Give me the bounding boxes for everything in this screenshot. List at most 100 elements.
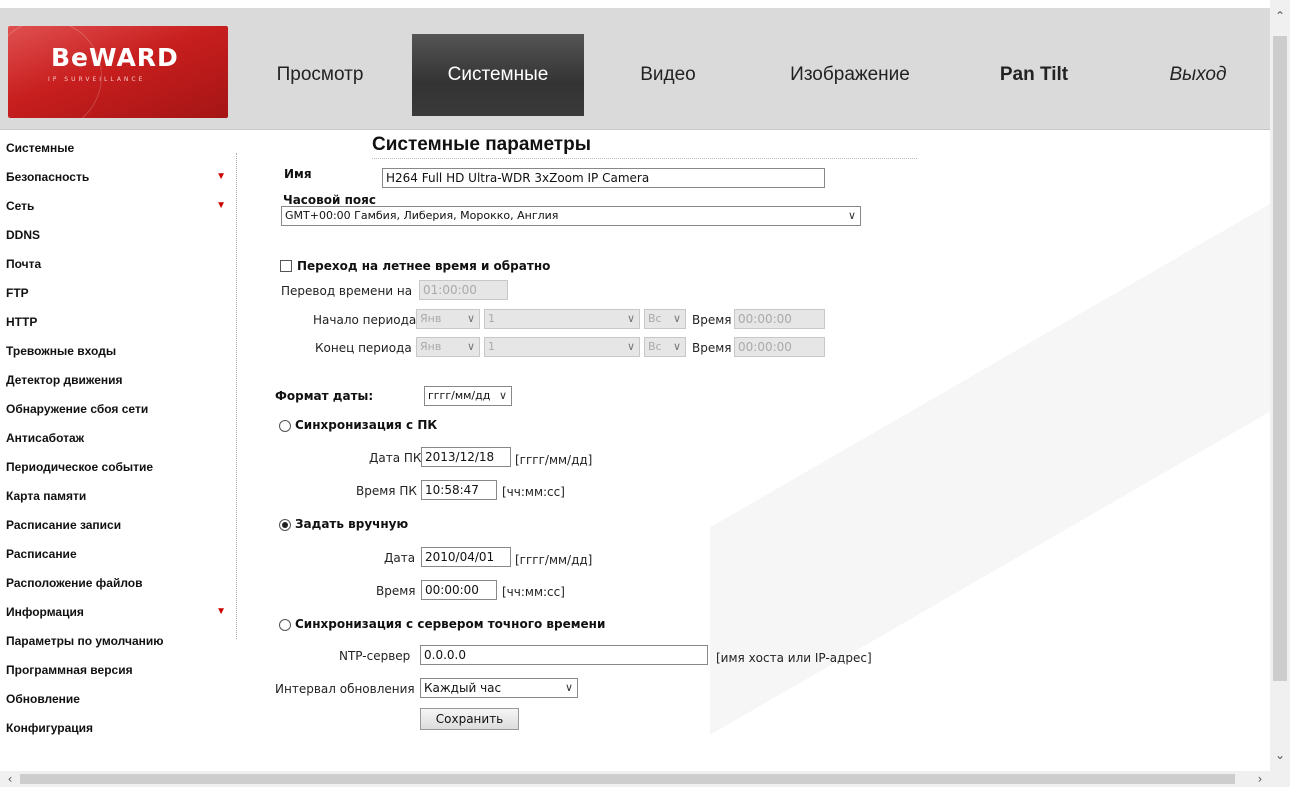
sidebar-item-label: Обновление — [6, 692, 80, 706]
ntp-server-label: NTP-сервер — [339, 649, 411, 663]
sidebar-item-label: FTP — [6, 286, 29, 300]
start-time-input[interactable]: 00:00:00 — [734, 309, 825, 329]
sidebar-item-label: Антисаботаж — [6, 431, 85, 445]
header-divider — [0, 129, 1276, 130]
pc-time-hint: [чч:мм:сс] — [502, 485, 565, 499]
sync-pc-radio[interactable] — [279, 420, 291, 432]
main-content: Системные параметры Имя H264 Full HD Ult… — [250, 133, 1250, 773]
expand-triangle-icon[interactable]: ▼ — [216, 192, 226, 220]
sidebar-item-mail[interactable]: Почта — [6, 250, 232, 278]
manual-date-hint: [гггг/мм/дд] — [515, 553, 593, 567]
timezone-select[interactable]: GMT+00:00 Гамбия, Либерия, Морокко, Англ… — [281, 206, 861, 226]
nav-video[interactable]: Видео — [584, 34, 752, 116]
name-label: Имя — [284, 167, 312, 181]
sidebar-item-firmware-version[interactable]: Программная версия — [6, 656, 232, 684]
chevron-down-icon: ∨ — [626, 340, 635, 353]
sidebar-item-information[interactable]: Информация ▼ — [6, 598, 232, 626]
ntp-server-input[interactable]: 0.0.0.0 — [420, 645, 708, 665]
pc-time-input[interactable]: 10:58:47 — [421, 480, 497, 500]
pc-date-input[interactable]: 2013/12/18 — [421, 447, 511, 467]
sidebar-item-defaults[interactable]: Параметры по умолчанию — [6, 627, 232, 655]
save-button[interactable]: Сохранить — [420, 708, 519, 730]
sidebar-item-label: Тревожные входы — [6, 344, 117, 358]
end-time-label: Время — [692, 341, 732, 355]
end-time-input[interactable]: 00:00:00 — [734, 337, 825, 357]
end-week-select[interactable]: 1 ∨ — [484, 337, 640, 357]
end-day-select[interactable]: Вс ∨ — [644, 337, 686, 357]
nav-logout[interactable]: Выход — [1120, 34, 1276, 116]
start-week-select[interactable]: 1 ∨ — [484, 309, 640, 329]
start-time-label: Время — [692, 313, 732, 327]
time-shift-input[interactable]: 01:00:00 — [419, 280, 508, 300]
chevron-down-icon: ∨ — [498, 389, 507, 402]
end-month-value: Янв — [420, 340, 442, 353]
period-start-label: Начало периода — [313, 313, 417, 327]
sidebar-item-label: Системные — [6, 141, 75, 155]
pc-date-hint: [гггг/мм/дд] — [515, 453, 593, 467]
sidebar-item-configuration[interactable]: Конфигурация — [6, 714, 232, 742]
nav-image[interactable]: Изображение — [752, 34, 948, 116]
pc-time-label: Время ПК — [356, 484, 417, 498]
expand-triangle-icon[interactable]: ▼ — [216, 163, 226, 191]
sidebar-item-label: DDNS — [6, 228, 41, 242]
chevron-down-icon: ∨ — [847, 209, 856, 222]
sidebar-item-label: Конфигурация — [6, 721, 94, 735]
nav-system[interactable]: Системные — [412, 34, 584, 116]
sidebar-item-ftp[interactable]: FTP — [6, 279, 232, 307]
sync-pc-label: Синхронизация с ПК — [295, 418, 438, 432]
vertical-scroll-thumb[interactable] — [1273, 36, 1287, 681]
scroll-up-icon[interactable]: ⌃ — [1270, 6, 1290, 26]
date-format-select[interactable]: гггг/мм/дд ∨ — [424, 386, 512, 406]
manual-radio[interactable] — [279, 519, 291, 531]
horizontal-scroll-thumb[interactable] — [20, 774, 1235, 784]
chevron-down-icon: ∨ — [564, 681, 573, 694]
scroll-left-icon[interactable]: ‹ — [0, 771, 20, 787]
start-month-select[interactable]: Янв ∨ — [416, 309, 480, 329]
sidebar-item-label: Расписание записи — [6, 518, 122, 532]
update-interval-select[interactable]: Каждый час ∨ — [420, 678, 578, 698]
sidebar-item-alarm-inputs[interactable]: Тревожные входы — [6, 337, 232, 365]
page-title: Системные параметры — [372, 134, 591, 155]
scroll-down-icon[interactable]: ⌄ — [1270, 745, 1290, 765]
chevron-down-icon: ∨ — [466, 312, 475, 325]
time-shift-label: Перевод времени на — [281, 284, 413, 298]
manual-date-input[interactable]: 2010/04/01 — [421, 547, 511, 567]
sidebar-item-system[interactable]: Системные — [6, 134, 232, 162]
nav-pan-tilt[interactable]: Pan Tilt — [948, 34, 1120, 116]
beward-logo[interactable]: BeWARD IP SURVEILLANCE — [8, 26, 228, 118]
sidebar-item-memory-card[interactable]: Карта памяти — [6, 482, 232, 510]
dst-checkbox[interactable] — [280, 260, 292, 272]
sidebar-item-network-failure[interactable]: Обнаружение сбоя сети — [6, 395, 232, 423]
manual-time-input[interactable]: 00:00:00 — [421, 580, 497, 600]
name-input[interactable]: H264 Full HD Ultra-WDR 3xZoom IP Camera — [382, 168, 825, 188]
chevron-down-icon: ∨ — [672, 340, 681, 353]
vertical-scrollbar[interactable]: ⌃ ⌄ — [1270, 0, 1290, 787]
nav-view[interactable]: Просмотр — [228, 34, 412, 116]
start-month-value: Янв — [420, 312, 442, 325]
sidebar-item-label: Сеть — [6, 199, 35, 213]
sidebar-item-security[interactable]: Безопасность ▼ — [6, 163, 232, 191]
end-month-select[interactable]: Янв ∨ — [416, 337, 480, 357]
sidebar-item-ddns[interactable]: DDNS — [6, 221, 232, 249]
manual-time-hint: [чч:мм:сс] — [502, 585, 565, 599]
sidebar-item-periodic-event[interactable]: Периодическое событие — [6, 453, 232, 481]
manual-label: Задать вручную — [295, 517, 409, 531]
sidebar-item-label: Безопасность — [6, 170, 90, 184]
sidebar-item-file-location[interactable]: Расположение файлов — [6, 569, 232, 597]
expand-triangle-icon[interactable]: ▼ — [216, 598, 226, 626]
sidebar-item-label: Детектор движения — [6, 373, 123, 387]
ntp-sync-radio[interactable] — [279, 619, 291, 631]
top-gap — [0, 0, 1276, 8]
horizontal-scrollbar[interactable]: ‹ › — [0, 771, 1270, 787]
sidebar-item-update[interactable]: Обновление — [6, 685, 232, 713]
start-day-select[interactable]: Вс ∨ — [644, 309, 686, 329]
sidebar-item-antisabotage[interactable]: Антисаботаж — [6, 424, 232, 452]
sidebar-item-motion-detector[interactable]: Детектор движения — [6, 366, 232, 394]
sidebar-item-schedule[interactable]: Расписание — [6, 540, 232, 568]
chevron-down-icon: ∨ — [466, 340, 475, 353]
sidebar-item-network[interactable]: Сеть ▼ — [6, 192, 232, 220]
scroll-right-icon[interactable]: › — [1250, 771, 1270, 787]
end-week-value: 1 — [488, 340, 495, 353]
sidebar-item-record-schedule[interactable]: Расписание записи — [6, 511, 232, 539]
sidebar-item-http[interactable]: HTTP — [6, 308, 232, 336]
